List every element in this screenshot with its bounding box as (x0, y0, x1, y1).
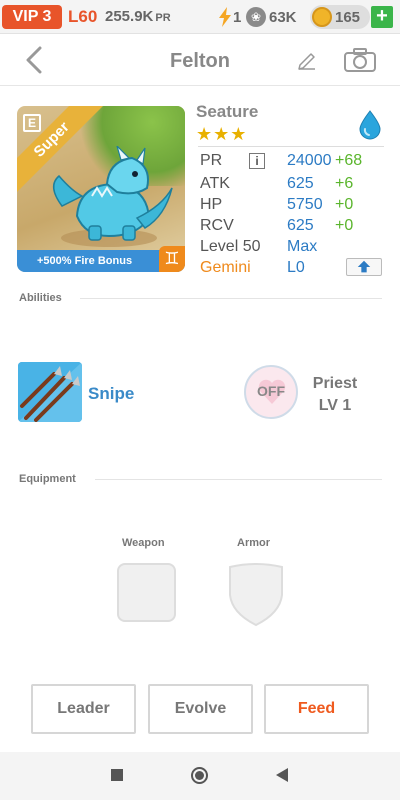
info-icon[interactable]: i (249, 153, 265, 169)
vip-badge[interactable]: VIP 3 (2, 5, 62, 29)
stat-atk-label: ATK (200, 175, 230, 192)
equipment-heading: Equipment (19, 473, 76, 485)
stats-divider (198, 146, 384, 147)
system-nav-bar (0, 752, 400, 800)
stat-hp-value: 5750 (287, 196, 323, 213)
class-name: Priest (312, 375, 358, 392)
class-info: Priest LV 1 (305, 373, 365, 417)
class-level: LV 1 (318, 397, 352, 414)
weapon-slot[interactable] (117, 563, 176, 622)
paw-icon: ❀ (246, 7, 266, 27)
add-coins-button[interactable]: + (371, 6, 393, 28)
evolve-button[interactable]: Evolve (148, 684, 253, 734)
paw-value: 63K (269, 8, 297, 26)
creature-image (53, 146, 173, 247)
stat-pr-value: 24000 (287, 152, 332, 169)
recent-apps-icon[interactable] (111, 769, 123, 781)
armor-label: Armor (237, 537, 271, 549)
player-power-rating: 255.9K PR (105, 8, 171, 25)
stat-rcv-value: 625 (287, 217, 314, 234)
equipment-divider (95, 479, 382, 480)
stat-hp-label: HP (200, 196, 223, 213)
star-rating: ★★★ (196, 124, 248, 144)
stat-hp-bonus: +0 (335, 196, 354, 213)
player-level: L60 (68, 7, 98, 26)
resource-bar: VIP 3 L60 255.9K PR 1 ❀ 63K 165 + (0, 0, 400, 34)
camera-icon[interactable] (343, 47, 377, 73)
weapon-label: Weapon (122, 537, 165, 549)
priest-toggle[interactable]: OFF (244, 365, 298, 419)
energy-counter[interactable]: 1 (218, 6, 241, 28)
abilities-divider (80, 298, 382, 299)
armor-slot[interactable] (226, 563, 286, 627)
feed-button[interactable]: Feed (264, 684, 369, 734)
player-pr-value: 255.9K (105, 8, 154, 25)
gemini-icon: ♊ (159, 246, 185, 272)
toggle-state: OFF (257, 383, 285, 399)
level-label: Level 50 (200, 238, 261, 255)
stat-rcv-bonus: +0 (335, 217, 354, 234)
upgrade-arrow-icon[interactable] (346, 258, 382, 276)
home-icon[interactable] (191, 767, 208, 784)
equip-badge-icon: E (23, 114, 41, 132)
player-pr-unit: PR (155, 12, 171, 24)
stat-pr-bonus: +68 (335, 152, 363, 169)
water-element-icon (359, 110, 381, 140)
stat-atk-bonus: +6 (335, 175, 354, 192)
creature-portrait[interactable]: Super E +500% Fire Bonus ♊ (17, 106, 185, 272)
zodiac-level: L0 (287, 259, 305, 276)
page-title[interactable]: Felton (0, 50, 400, 73)
creature-name: Seature (196, 102, 259, 121)
leader-button[interactable]: Leader (31, 684, 136, 734)
coin-icon (312, 7, 332, 27)
paw-counter[interactable]: ❀ 63K (246, 7, 297, 27)
page-header: Felton (0, 34, 400, 86)
stat-atk-value: 625 (287, 175, 314, 192)
coin-value: 165 (335, 8, 361, 26)
coin-counter[interactable]: 165 (310, 5, 370, 29)
skill-name[interactable]: Snipe (88, 384, 134, 404)
pencil-icon[interactable] (296, 48, 318, 70)
level-value: Max (287, 238, 318, 255)
stat-pr-label: PR (200, 152, 223, 169)
abilities-heading: Abilities (19, 292, 62, 304)
snipe-skill-icon[interactable] (18, 362, 82, 422)
zodiac-label: Gemini (200, 259, 251, 276)
energy-value: 1 (233, 8, 242, 26)
stat-rcv-label: RCV (200, 217, 234, 234)
nav-back-icon[interactable] (275, 768, 289, 782)
lightning-icon (219, 7, 231, 27)
